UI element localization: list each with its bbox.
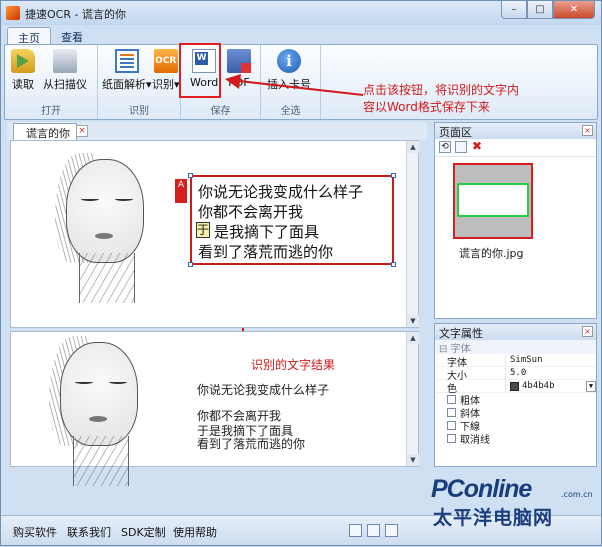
single-view-icon[interactable] [349,524,362,537]
image-pane-scrollbar[interactable]: ▲ ▼ [406,141,419,327]
text-properties-panel: 文字属性 × ⊟ 字体 字体 SimSun 大小 5.0 色 4b4b4b ▼ … [434,323,597,467]
thumbnail-caption: 谎言的你.jpg [459,247,524,260]
image-text-line: 是我摘下了面具 [214,223,320,241]
scroll-down-icon[interactable]: ▼ [407,315,419,327]
resize-handle[interactable] [391,262,396,267]
watermark-logo: PConline [431,475,532,503]
recognized-text-line[interactable]: 你说无论我变成什么样子 [197,381,329,398]
resize-handle[interactable] [391,173,396,178]
help-link[interactable]: 使用帮助 [173,524,217,540]
color-swatch [510,381,519,391]
rotate-icon[interactable]: ⟲ [439,141,451,153]
blank-page-icon[interactable] [455,141,467,153]
split-view-icon[interactable] [367,524,380,537]
resize-handle[interactable] [188,262,193,267]
portrait-sketch [25,336,175,486]
recognized-text-line[interactable]: 看到了落荒而逃的你 [197,435,305,452]
uncertain-char-highlight: 于 [196,222,210,238]
font-section-header[interactable]: ⊟ 字体 [435,340,596,355]
page-tools: ⟲ ✖ [435,139,596,157]
portrait-sketch [31,153,181,303]
page-area-panel: 页面区 × ⟲ ✖ 谎言的你.jpg [434,122,597,319]
watermark-chinese: 太平洋电脑网 [433,507,554,529]
text-view-icon[interactable] [385,524,398,537]
image-text-line: 你说无论我变成什么样子 [198,183,364,201]
app-window: 捷速OCR - 谎言的你 – □ ✕ 主页 查看 读取 从扫描仪 打开 纸面解析… [0,0,602,546]
scroll-up-icon[interactable]: ▲ [407,332,419,344]
image-text-line: 你都不会离开我 [198,203,304,221]
prop-row-font[interactable]: 字体 SimSun [435,354,596,369]
close-icon[interactable]: × [582,125,593,136]
watermark-domain: .com.cn [561,490,593,499]
close-icon[interactable]: × [582,326,593,337]
sdk-custom-link[interactable]: SDK定制 [121,524,166,540]
result-pane-scrollbar[interactable]: ▲ ▼ [406,332,419,466]
delete-icon[interactable]: ✖ [471,140,483,153]
panel-header: 页面区 × [435,123,596,139]
resize-handle[interactable] [188,173,193,178]
scroll-up-icon[interactable]: ▲ [407,141,419,153]
close-tab-icon[interactable]: × [76,125,88,137]
document-tab-bar: 谎言的你 [7,122,427,140]
panel-header: 文字属性 × [435,324,596,340]
recognized-region[interactable]: 你说无论我变成什么样子 你都不会离开我 是我摘下了面具 看到了落荒而逃的你 [188,173,396,267]
strikethrough-checkbox[interactable]: 取消线 [435,432,596,446]
image-text-line: 看到了落荒而逃的你 [198,243,334,261]
buy-software-link[interactable]: 购买软件 [13,524,57,540]
prop-row-size[interactable]: 大小 5.0 [435,367,596,382]
result-annotation: 识别的文字结果 [251,358,336,372]
site-watermark: PConline .com.cn 太平洋电脑网 [431,475,601,535]
chevron-down-icon[interactable]: ▼ [586,380,596,392]
text-region-marker[interactable]: A [175,179,187,203]
page-thumbnail[interactable] [453,163,533,239]
document-tab[interactable]: 谎言的你 [13,123,77,140]
save-hint-annotation: 点击该按钮，将识别的文字内 容以Word格式保存下来 [363,83,520,114]
scroll-down-icon[interactable]: ▼ [407,454,419,466]
contact-us-link[interactable]: 联系我们 [67,524,111,540]
